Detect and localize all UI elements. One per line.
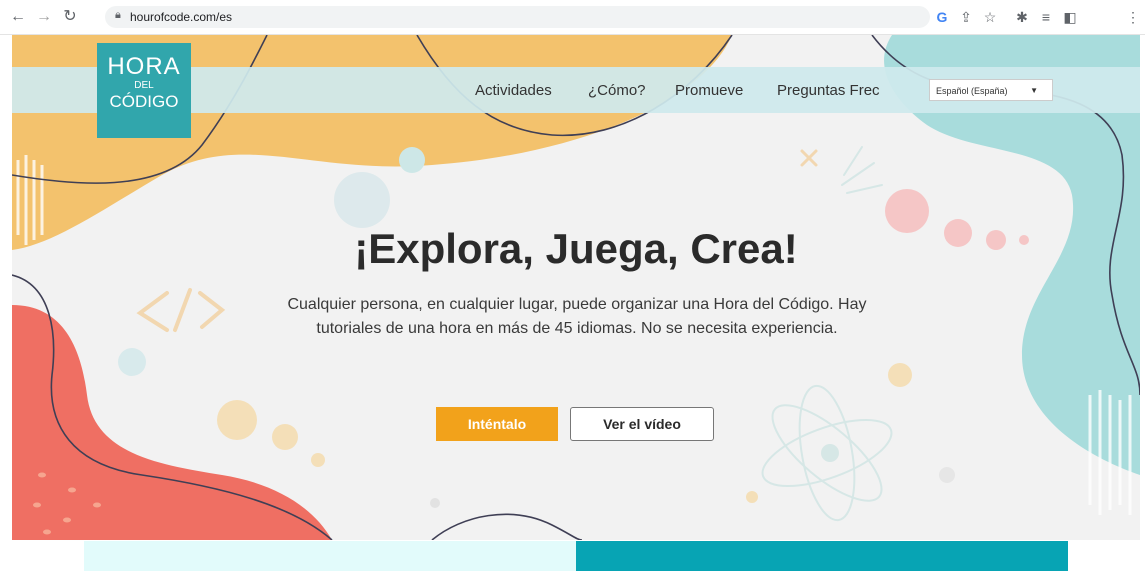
- language-select-value: Español (España): [936, 86, 1008, 96]
- nav-link-preguntas-frec[interactable]: Preguntas Frec: [777, 82, 880, 100]
- logo-line-3: CÓDIGO: [109, 92, 179, 111]
- back-arrow-icon[interactable]: ←: [8, 7, 28, 27]
- caret-down-icon: ▼: [1030, 86, 1038, 95]
- section-panel-right: [576, 541, 1068, 571]
- hero-section: HORA DEL CÓDIGO Actividades ¿Cómo? Promu…: [12, 35, 1140, 540]
- reload-icon[interactable]: ↻: [60, 7, 80, 27]
- more-icon[interactable]: ⋮: [1124, 8, 1142, 26]
- logo-line-2: DEL: [134, 80, 154, 91]
- section-panel-left: [84, 541, 576, 571]
- try-it-button[interactable]: Inténtalo: [436, 407, 558, 441]
- address-bar[interactable]: 🔒︎ hourofcode.com/es: [105, 6, 930, 28]
- nav-link-promueve[interactable]: Promueve: [675, 82, 743, 100]
- url-text[interactable]: hourofcode.com/es: [130, 10, 232, 24]
- lock-icon: 🔒︎: [115, 9, 121, 21]
- star-icon[interactable]: ☆: [981, 8, 999, 26]
- nav-link-actividades[interactable]: Actividades: [475, 82, 552, 100]
- browser-toolbar: ← → ↻ 🔒︎ hourofcode.com/es G ⇪ ☆ ✱ ≡ ◧ ⋮: [0, 0, 1145, 35]
- language-select[interactable]: Español (España) ▼: [929, 79, 1053, 101]
- hero-description: Cualquier persona, en cualquier lugar, p…: [287, 296, 867, 337]
- extensions-icon[interactable]: ✱: [1013, 8, 1031, 26]
- hero-title: ¡Explora, Juega, Crea!: [354, 225, 798, 272]
- side-panel-icon[interactable]: ◧: [1061, 8, 1079, 26]
- watch-video-button[interactable]: Ver el vídeo: [570, 407, 714, 441]
- logo-line-1: HORA: [107, 53, 181, 80]
- hora-del-codigo-logo[interactable]: HORA DEL CÓDIGO: [97, 43, 191, 138]
- nav-link-como[interactable]: ¿Cómo?: [588, 82, 646, 100]
- forward-arrow-icon[interactable]: →: [34, 7, 54, 27]
- reading-list-icon[interactable]: ≡: [1037, 8, 1055, 26]
- share-icon[interactable]: ⇪: [957, 8, 975, 26]
- google-icon[interactable]: G: [933, 8, 951, 26]
